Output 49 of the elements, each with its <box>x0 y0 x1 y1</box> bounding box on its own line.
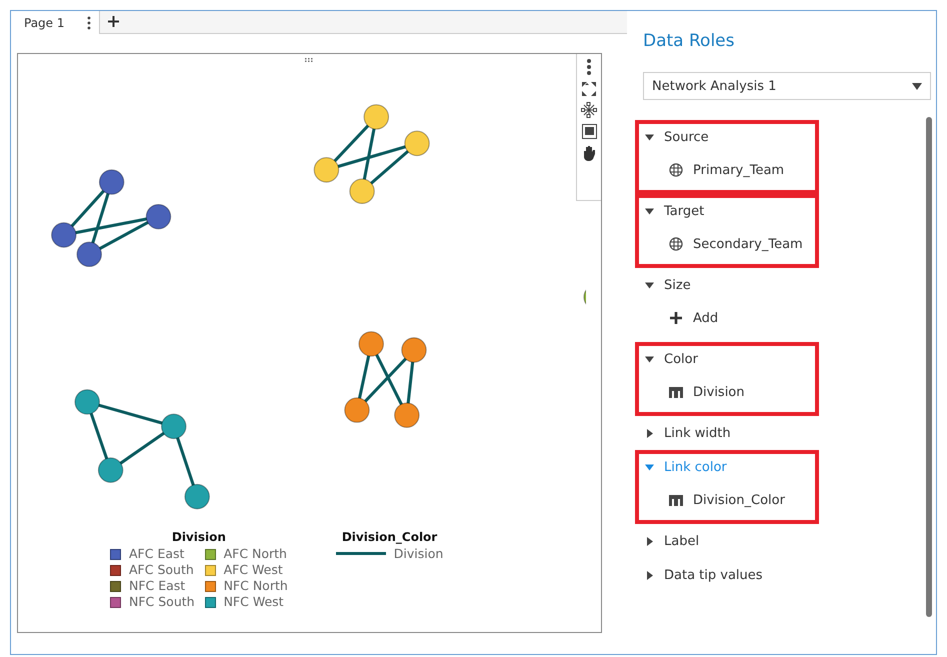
globe-icon <box>669 237 683 251</box>
tab-menu-icon[interactable] <box>86 16 90 30</box>
legend-title: Division_Color <box>342 530 438 544</box>
role-header[interactable]: Color <box>643 346 815 372</box>
role-header[interactable]: Link width <box>643 420 815 446</box>
legend-title: Division <box>172 530 226 544</box>
legend-label: AFC West <box>224 562 283 578</box>
category-icon <box>669 493 683 507</box>
role-header[interactable]: Source <box>643 124 815 150</box>
role-header[interactable]: Data tip values <box>643 562 815 588</box>
role-field[interactable]: Secondary_Team <box>643 224 815 264</box>
legend-label: AFC North <box>224 546 287 562</box>
page-tab[interactable]: Page 1 <box>11 11 100 34</box>
panel-title: Data Roles <box>643 31 736 51</box>
legend-label: NFC West <box>224 594 284 610</box>
overview-icon[interactable] <box>582 124 596 139</box>
role-field[interactable]: Primary_Team <box>643 150 815 190</box>
collapsed-caret-icon[interactable] <box>645 570 654 580</box>
role-header[interactable]: Link color <box>643 454 815 480</box>
legend-label: NFC North <box>224 578 288 594</box>
plus-icon <box>669 311 683 325</box>
role-header[interactable]: Size <box>643 272 815 298</box>
network-icon[interactable] <box>581 102 597 118</box>
maximize-icon[interactable] <box>582 82 596 96</box>
expanded-caret-icon[interactable] <box>645 280 654 290</box>
legend-label: NFC South <box>129 594 195 610</box>
add-page-icon[interactable] <box>108 16 118 27</box>
legend-label: Division <box>394 546 444 561</box>
role-header[interactable]: Target <box>643 198 815 224</box>
expanded-caret-icon[interactable] <box>645 132 654 142</box>
more-options-icon[interactable] <box>586 58 592 76</box>
object-dropdown[interactable]: Network Analysis 1 <box>643 72 931 100</box>
expanded-caret-icon[interactable] <box>645 206 654 216</box>
legend-label: AFC East <box>129 546 184 562</box>
category-icon <box>669 385 683 399</box>
caret-icon <box>912 82 922 90</box>
expanded-caret-icon[interactable] <box>645 354 654 364</box>
globe-icon <box>669 163 683 177</box>
role-header[interactable]: Label <box>643 528 815 554</box>
add-item[interactable]: Add <box>643 298 815 338</box>
drag-handle-icon[interactable] <box>305 58 313 62</box>
role-field[interactable]: Division <box>643 372 815 412</box>
scrollbar[interactable] <box>926 117 932 617</box>
role-field[interactable]: Division_Color <box>643 480 815 520</box>
collapsed-caret-icon[interactable] <box>645 536 654 546</box>
legend-label: AFC South <box>129 562 194 578</box>
collapsed-caret-icon[interactable] <box>645 428 654 438</box>
hand-icon[interactable] <box>582 145 596 161</box>
legend-label: NFC East <box>129 578 186 594</box>
